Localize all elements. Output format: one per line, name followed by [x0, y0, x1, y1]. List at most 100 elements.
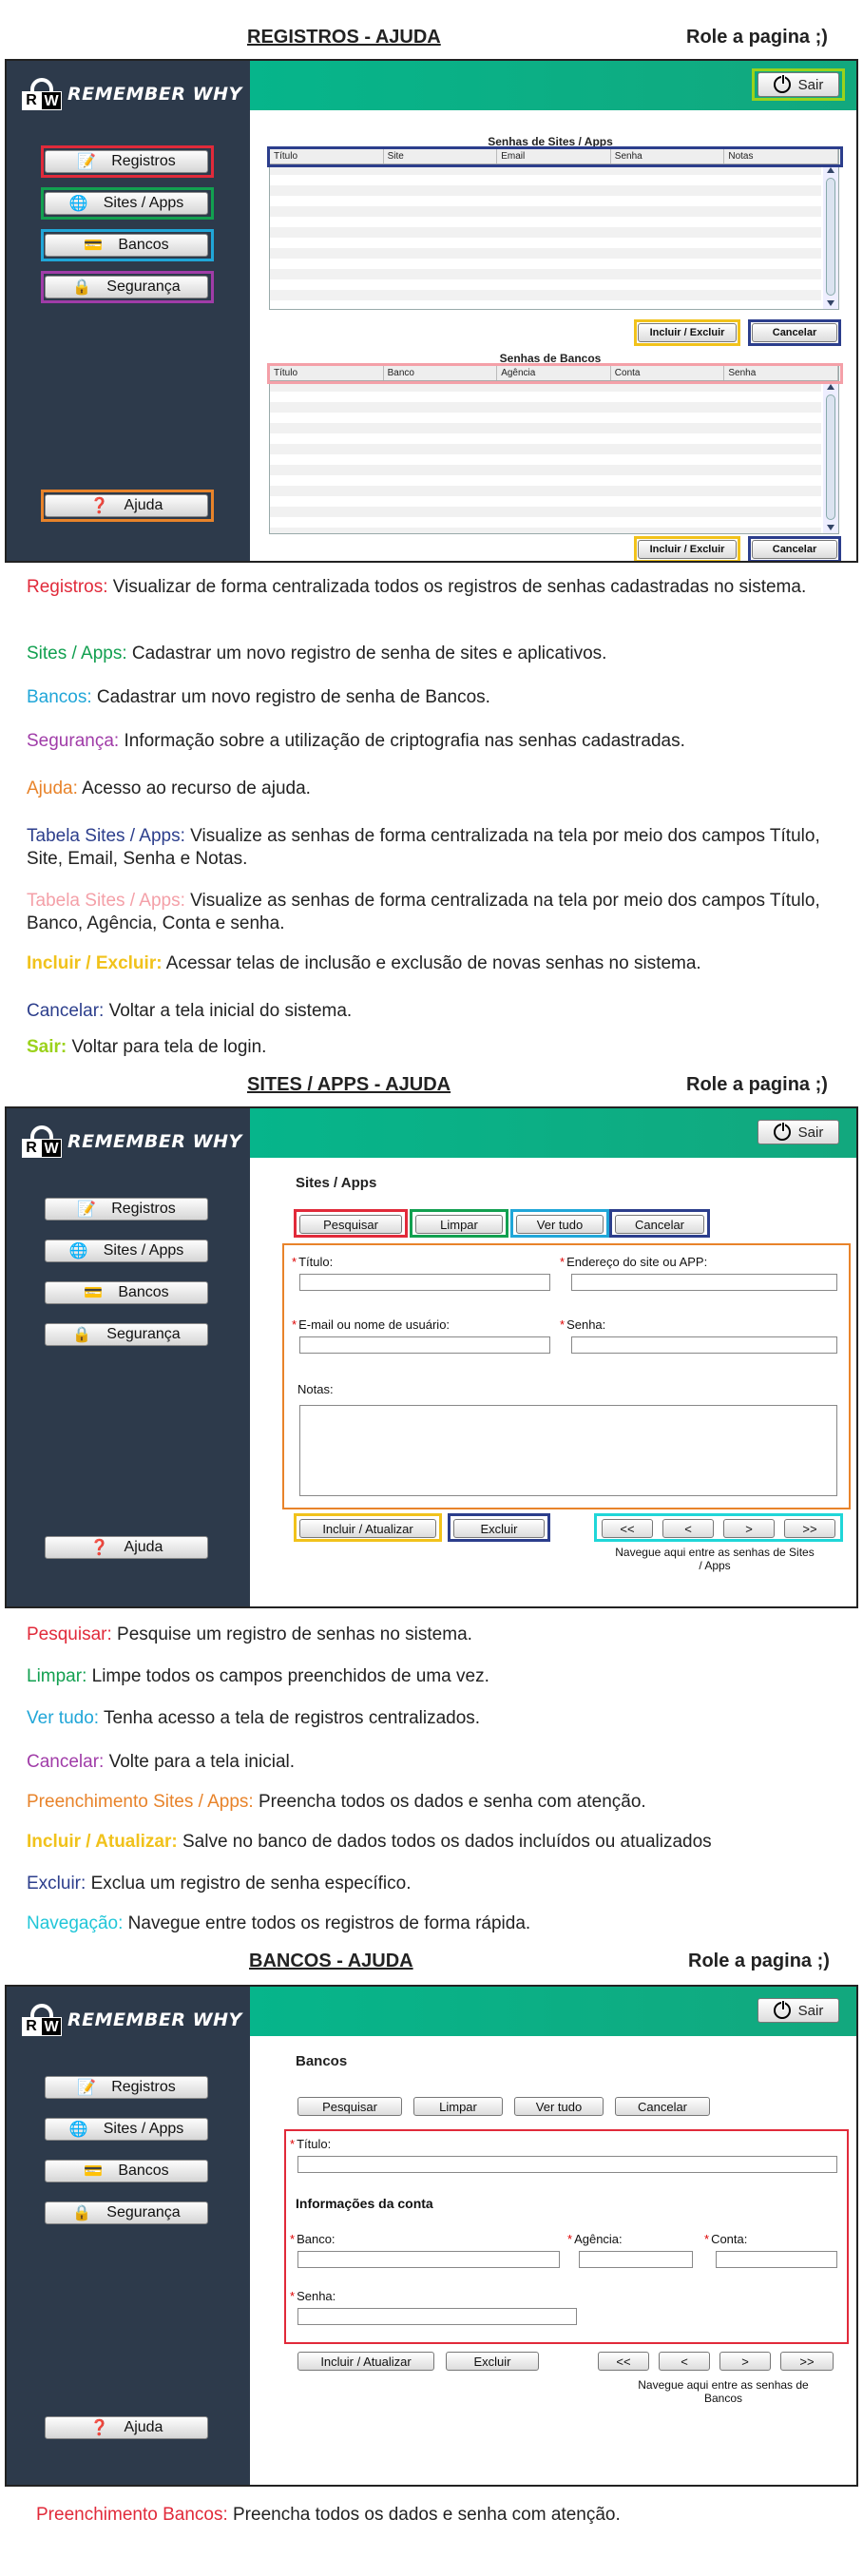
highlight-ajuda [41, 490, 214, 522]
help-icon: ❓ [89, 1540, 109, 1556]
sair-button[interactable]: Sair [758, 1120, 839, 1144]
sidebar-item-bancos[interactable]: 💳 Bancos [45, 1281, 208, 1304]
table-bancos[interactable]: Título Banco Agência Conta Senha [269, 365, 839, 534]
sair-button[interactable]: Sair [758, 1998, 839, 2023]
highlight-incluir [294, 1513, 442, 1542]
lock-icon: 🔒 [72, 2205, 92, 2221]
desc-item: Preenchimento Sites / Apps: Preencha tod… [27, 1792, 646, 1812]
logo: RW REMEMBER WHY [22, 1996, 250, 2038]
globe-icon: 🌐 [68, 1243, 88, 1259]
desc-item: Cancelar: Voltar a tela inicial do siste… [27, 1001, 353, 1021]
sidebar-item-bancos[interactable]: 💳 Bancos [45, 2160, 208, 2182]
prev-page-button[interactable]: < [659, 2352, 710, 2371]
sidebar-item-ajuda[interactable]: ❓ Ajuda [45, 1536, 208, 1559]
excluir-button[interactable]: Excluir [446, 2352, 539, 2371]
pesquisar-button[interactable]: Pesquisar [297, 2097, 402, 2116]
highlight-sites [41, 187, 214, 220]
highlight-incluir-2 [634, 536, 740, 561]
notepad-icon: 📝 [77, 2080, 97, 2096]
sidebar-item-registros[interactable]: 📝 Registros [45, 2076, 208, 2099]
desc-item: Preenchimento Bancos: Preencha todos os … [36, 2505, 621, 2525]
sidebar-item-ajuda[interactable]: ❓ Ajuda [45, 2416, 208, 2439]
desc-item: Tabela Sites / Apps: Visualize as senhas… [27, 826, 820, 869]
highlight-cancelar [609, 1209, 710, 1238]
highlight-table-bancos [267, 363, 843, 384]
endereco-input[interactable] [571, 1274, 837, 1291]
highlight-seguranca [41, 271, 214, 303]
table-sites[interactable]: Título Site Email Senha Notas [269, 148, 839, 310]
last-page-button[interactable]: >> [780, 2352, 834, 2371]
highlight-sair [752, 68, 845, 101]
titulo-input[interactable] [299, 1274, 550, 1291]
incluir-atualizar-button[interactable]: Incluir / Atualizar [297, 2352, 434, 2371]
lock-icon: 🔒 [72, 1327, 92, 1343]
cancelar-button[interactable]: Cancelar [615, 2097, 710, 2116]
desc-item: Ajuda: Acesso ao recurso de ajuda. [27, 779, 311, 798]
form-title: Sites / Apps [296, 1175, 377, 1191]
sidebar-item-sites[interactable]: 🌐 Sites / Apps [45, 2118, 208, 2141]
section-title-bancos: BANCOS - AJUDA [249, 1951, 413, 1971]
notas-textarea[interactable] [299, 1405, 837, 1496]
table-rows [270, 164, 821, 309]
scrollbar[interactable] [823, 381, 838, 533]
next-page-button[interactable]: > [719, 2352, 771, 2371]
first-page-button[interactable]: << [598, 2352, 649, 2371]
scrollbar[interactable] [823, 164, 838, 309]
highlight-vertudo [510, 1209, 609, 1238]
senha-input[interactable] [297, 2308, 577, 2325]
senha-label: Senha: [290, 2289, 336, 2303]
help-icon: ❓ [89, 2420, 109, 2436]
highlight-registros [41, 145, 214, 178]
desc-item: Excluir: Exclua um registro de senha esp… [27, 1874, 412, 1894]
desc-item: Navegação: Navegue entre todos os regist… [27, 1913, 531, 1933]
senha-label: Senha: [560, 1317, 605, 1332]
role-hint: Role a pagina ;) [688, 1951, 830, 1971]
endereco-label: Endereço do site ou APP: [560, 1255, 707, 1269]
role-hint: Role a pagina ;) [686, 27, 828, 48]
desc-item: Ver tudo: Tenha acesso a tela de registr… [27, 1708, 481, 1728]
highlight-excluir [448, 1513, 550, 1542]
desc-item: Bancos: Cadastrar um novo registro de se… [27, 687, 490, 707]
desc-item: Registros: Visualizar de forma centraliz… [27, 577, 807, 597]
senha-input[interactable] [571, 1336, 837, 1354]
desc-key: Registros: [27, 577, 108, 597]
app-window-sites: RW REMEMBER WHY Sair 📝 Registros 🌐 Sites /… [5, 1106, 858, 1608]
globe-icon: 🌐 [68, 2122, 88, 2138]
highlight-incluir [634, 319, 740, 346]
table-rows [270, 381, 821, 533]
sidebar-item-seguranca[interactable]: 🔒 Segurança [45, 1323, 208, 1346]
agencia-input[interactable] [579, 2251, 693, 2268]
power-icon [773, 1122, 791, 1141]
notepad-icon: 📝 [77, 1201, 97, 1218]
highlight-limpar [410, 1209, 508, 1238]
desc-item: Pesquisar: Pesquise um registro de senha… [27, 1624, 472, 1644]
desc-item: Tabela Sites / Apps: Visualize as senhas… [27, 891, 820, 933]
highlight-bancos [41, 229, 214, 261]
highlight-table-sites [267, 146, 843, 167]
agencia-label: Agência: [567, 2232, 623, 2246]
sidebar-item-seguranca[interactable]: 🔒 Segurança [45, 2201, 208, 2224]
ver-tudo-button[interactable]: Ver tudo [514, 2097, 604, 2116]
conta-input[interactable] [716, 2251, 837, 2268]
titulo-label: Título: [292, 1255, 333, 1269]
email-input[interactable] [299, 1336, 550, 1354]
desc-item: Segurança: Informação sobre a utilização… [27, 731, 685, 751]
logo: RW REMEMBER WHY [22, 1118, 250, 1160]
highlight-pager [594, 1513, 843, 1542]
sidebar-item-registros[interactable]: 📝 Registros [45, 1198, 208, 1221]
banco-input[interactable] [297, 2251, 560, 2268]
power-icon [773, 2000, 791, 2019]
pager-hint: Navegue aqui entre as senhas de Sites / … [615, 1546, 815, 1572]
desc-item: Incluir / Excluir: Acessar telas de incl… [27, 953, 701, 973]
sidebar-item-sites[interactable]: 🌐 Sites / Apps [45, 1240, 208, 1262]
card-icon: 💳 [84, 1285, 104, 1301]
desc-item: Limpar: Limpe todos os campos preenchido… [27, 1666, 489, 1686]
section-title-sites: SITES / APPS - AJUDA [247, 1074, 451, 1095]
desc-item: Sair: Voltar para tela de login. [27, 1037, 267, 1057]
highlight-cancelar-2 [748, 536, 841, 561]
pager-hint: Navegue aqui entre as senhas de Bancos [638, 2378, 809, 2405]
titulo-input[interactable] [297, 2156, 837, 2173]
limpar-button[interactable]: Limpar [413, 2097, 503, 2116]
desc-item: Cancelar: Volte para a tela inicial. [27, 1752, 296, 1772]
sidebar [7, 1108, 250, 1606]
